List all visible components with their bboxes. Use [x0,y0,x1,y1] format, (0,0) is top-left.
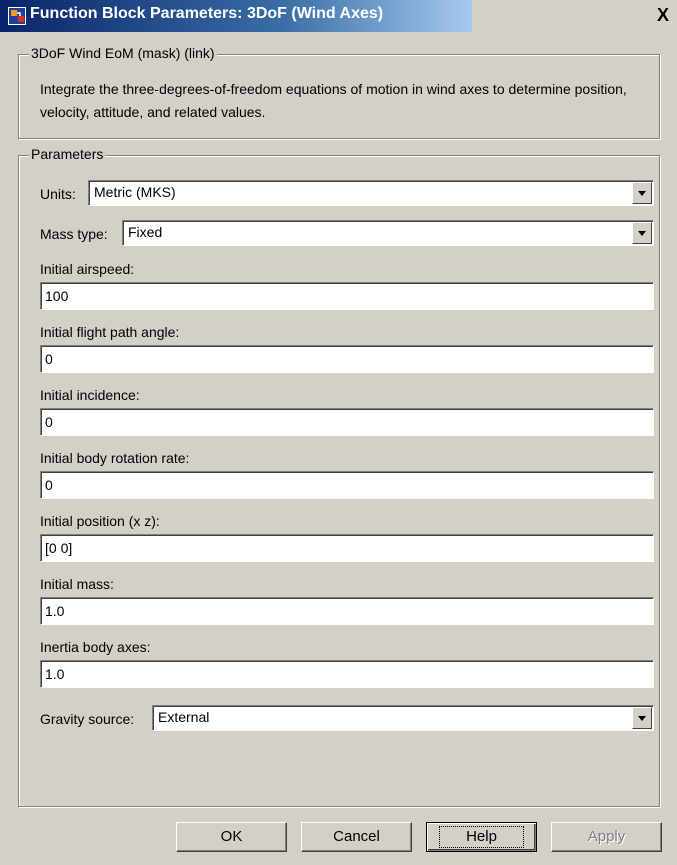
gravity-source-selected-value: External [158,709,210,725]
ok-button[interactable]: OK [176,822,287,852]
block-description: Integrate the three-degrees-of-freedom e… [40,81,627,120]
apply-button-label: Apply [587,828,626,845]
simulink-block-icon [8,7,26,25]
initial-mass-field[interactable] [40,597,654,625]
description-group-legend: 3DoF Wind EoM (mask) (link) [29,45,217,61]
units-dropdown[interactable]: Metric (MKS) [88,180,654,206]
chevron-down-icon[interactable] [632,222,652,244]
inertia-body-axes-field[interactable] [40,660,654,688]
mass-type-selected-value: Fixed [128,224,163,240]
ok-button-label: OK [220,828,243,845]
initial-body-rotation-rate-label: Initial body rotation rate: [40,450,190,466]
title-bar[interactable]: Function Block Parameters: 3DoF (Wind Ax… [0,0,677,32]
mass-type-label: Mass type: [40,226,108,242]
initial-incidence-field[interactable] [40,408,654,436]
units-label: Units: [40,186,76,202]
parameters-group-legend: Parameters [29,146,106,162]
units-selected-value: Metric (MKS) [94,184,176,200]
help-button[interactable]: Help [426,822,537,852]
initial-incidence-label: Initial incidence: [40,387,140,403]
initial-mass-label: Initial mass: [40,576,114,592]
inertia-body-axes-label: Inertia body axes: [40,639,151,655]
apply-button[interactable]: Apply [551,822,662,852]
mass-type-dropdown[interactable]: Fixed [122,220,654,246]
initial-flight-path-angle-field[interactable] [40,345,654,373]
cancel-button[interactable]: Cancel [301,822,412,852]
initial-flight-path-angle-label: Initial flight path angle: [40,324,180,340]
chevron-down-icon[interactable] [632,707,652,729]
initial-position-field[interactable] [40,534,654,562]
initial-position-label: Initial position (x z): [40,513,160,529]
initial-body-rotation-rate-field[interactable] [40,471,654,499]
initial-airspeed-field[interactable] [40,282,654,310]
gravity-source-label: Gravity source: [40,711,135,727]
close-icon: X [656,5,669,25]
chevron-down-icon[interactable] [632,182,652,204]
close-button[interactable]: X [652,6,674,26]
window-title: Function Block Parameters: 3DoF (Wind Ax… [30,5,384,22]
initial-airspeed-label: Initial airspeed: [40,261,135,277]
cancel-button-label: Cancel [333,828,380,845]
gravity-source-dropdown[interactable]: External [152,705,654,731]
help-button-label: Help [439,826,524,848]
